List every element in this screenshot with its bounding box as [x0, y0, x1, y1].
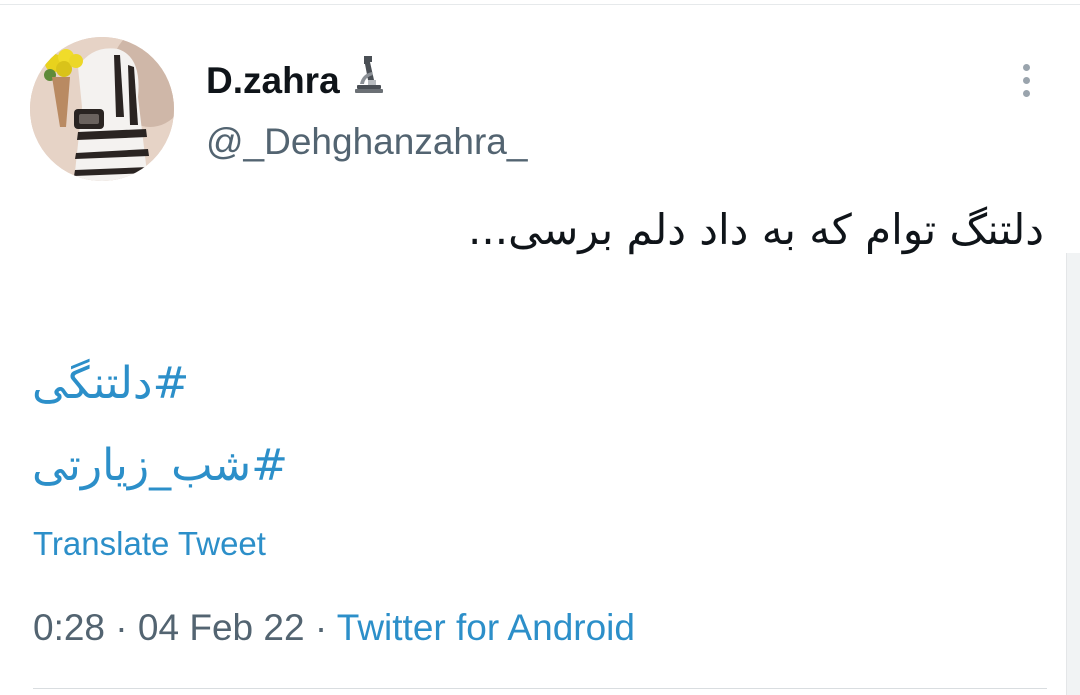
meta-separator: · — [314, 607, 328, 648]
author-handle[interactable]: @_Dehghanzahra_ — [206, 118, 527, 166]
meta-separator: · — [115, 607, 128, 648]
more-options-button[interactable] — [1006, 58, 1046, 102]
tweet-meta: 0:28 · 04 Feb 22 · Twitter for Android — [33, 604, 635, 652]
top-divider — [0, 4, 1080, 5]
tweet-source-link[interactable]: Twitter for Android — [337, 607, 635, 648]
scrollbar-track[interactable] — [1066, 253, 1080, 695]
avatar[interactable] — [30, 37, 174, 181]
hashtag-link[interactable]: #دلتنگی — [32, 354, 189, 414]
translate-tweet-link[interactable]: Translate Tweet — [33, 522, 266, 566]
avatar-photo — [30, 37, 174, 181]
more-dot-icon — [1022, 76, 1030, 84]
bottom-divider — [33, 688, 1047, 689]
tweet-time[interactable]: 0:28 — [33, 607, 105, 648]
author-name-text: D.zahra — [206, 59, 340, 101]
microscope-icon — [354, 54, 384, 107]
more-dot-icon — [1022, 63, 1030, 71]
tweet-date[interactable]: 04 Feb 22 — [138, 607, 305, 648]
hashtag-link[interactable]: #شب_زیارتی — [32, 436, 288, 496]
author-display-name[interactable]: D.zahra — [206, 54, 384, 107]
more-dot-icon — [1022, 89, 1030, 97]
tweet-text: دلتنگ توام که به داد دلم برسی... — [468, 205, 1044, 254]
